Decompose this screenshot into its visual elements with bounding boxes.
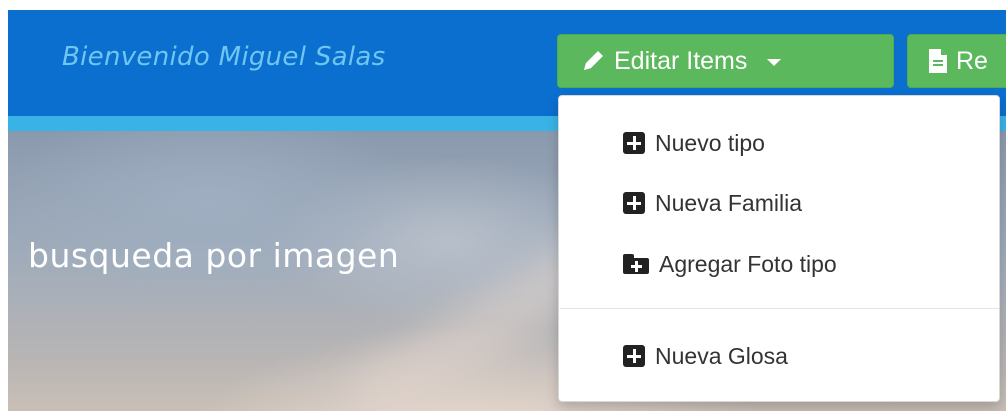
edit-items-label: Editar Items [614,46,748,75]
menu-divider [560,308,999,309]
pencil-icon [584,51,603,70]
menu-item-label: Agregar Foto tipo [659,250,837,277]
menu-item-nueva-familia[interactable]: Nueva Familia [623,185,802,221]
report-button-label: Re [956,46,988,75]
file-icon [929,49,947,73]
edit-items-button[interactable]: Editar Items [557,34,894,88]
menu-item-label: Nueva Glosa [655,342,788,369]
report-button[interactable]: Re [907,34,1006,88]
menu-item-label: Nuevo tipo [655,129,765,156]
welcome-message: Bienvenido Miguel Salas [62,42,386,72]
app-frame: busqueda por imagen Bienvenido Miguel Sa… [0,0,1006,411]
menu-item-label: Nueva Familia [655,189,802,216]
hero-title: busqueda por imagen [28,236,400,275]
caret-down-icon [767,59,782,66]
menu-item-nuevo-tipo[interactable]: Nuevo tipo [623,125,765,161]
plus-square-icon [623,132,645,154]
menu-item-nueva-glosa[interactable]: Nueva Glosa [623,338,788,374]
menu-item-agregar-foto-tipo[interactable]: Agregar Foto tipo [623,246,837,282]
edit-items-dropdown-menu: Nuevo tipo Nueva Familia Agregar Foto ti… [558,95,1000,402]
plus-square-icon [623,345,645,367]
folder-plus-icon [623,254,649,274]
plus-square-icon [623,192,645,214]
